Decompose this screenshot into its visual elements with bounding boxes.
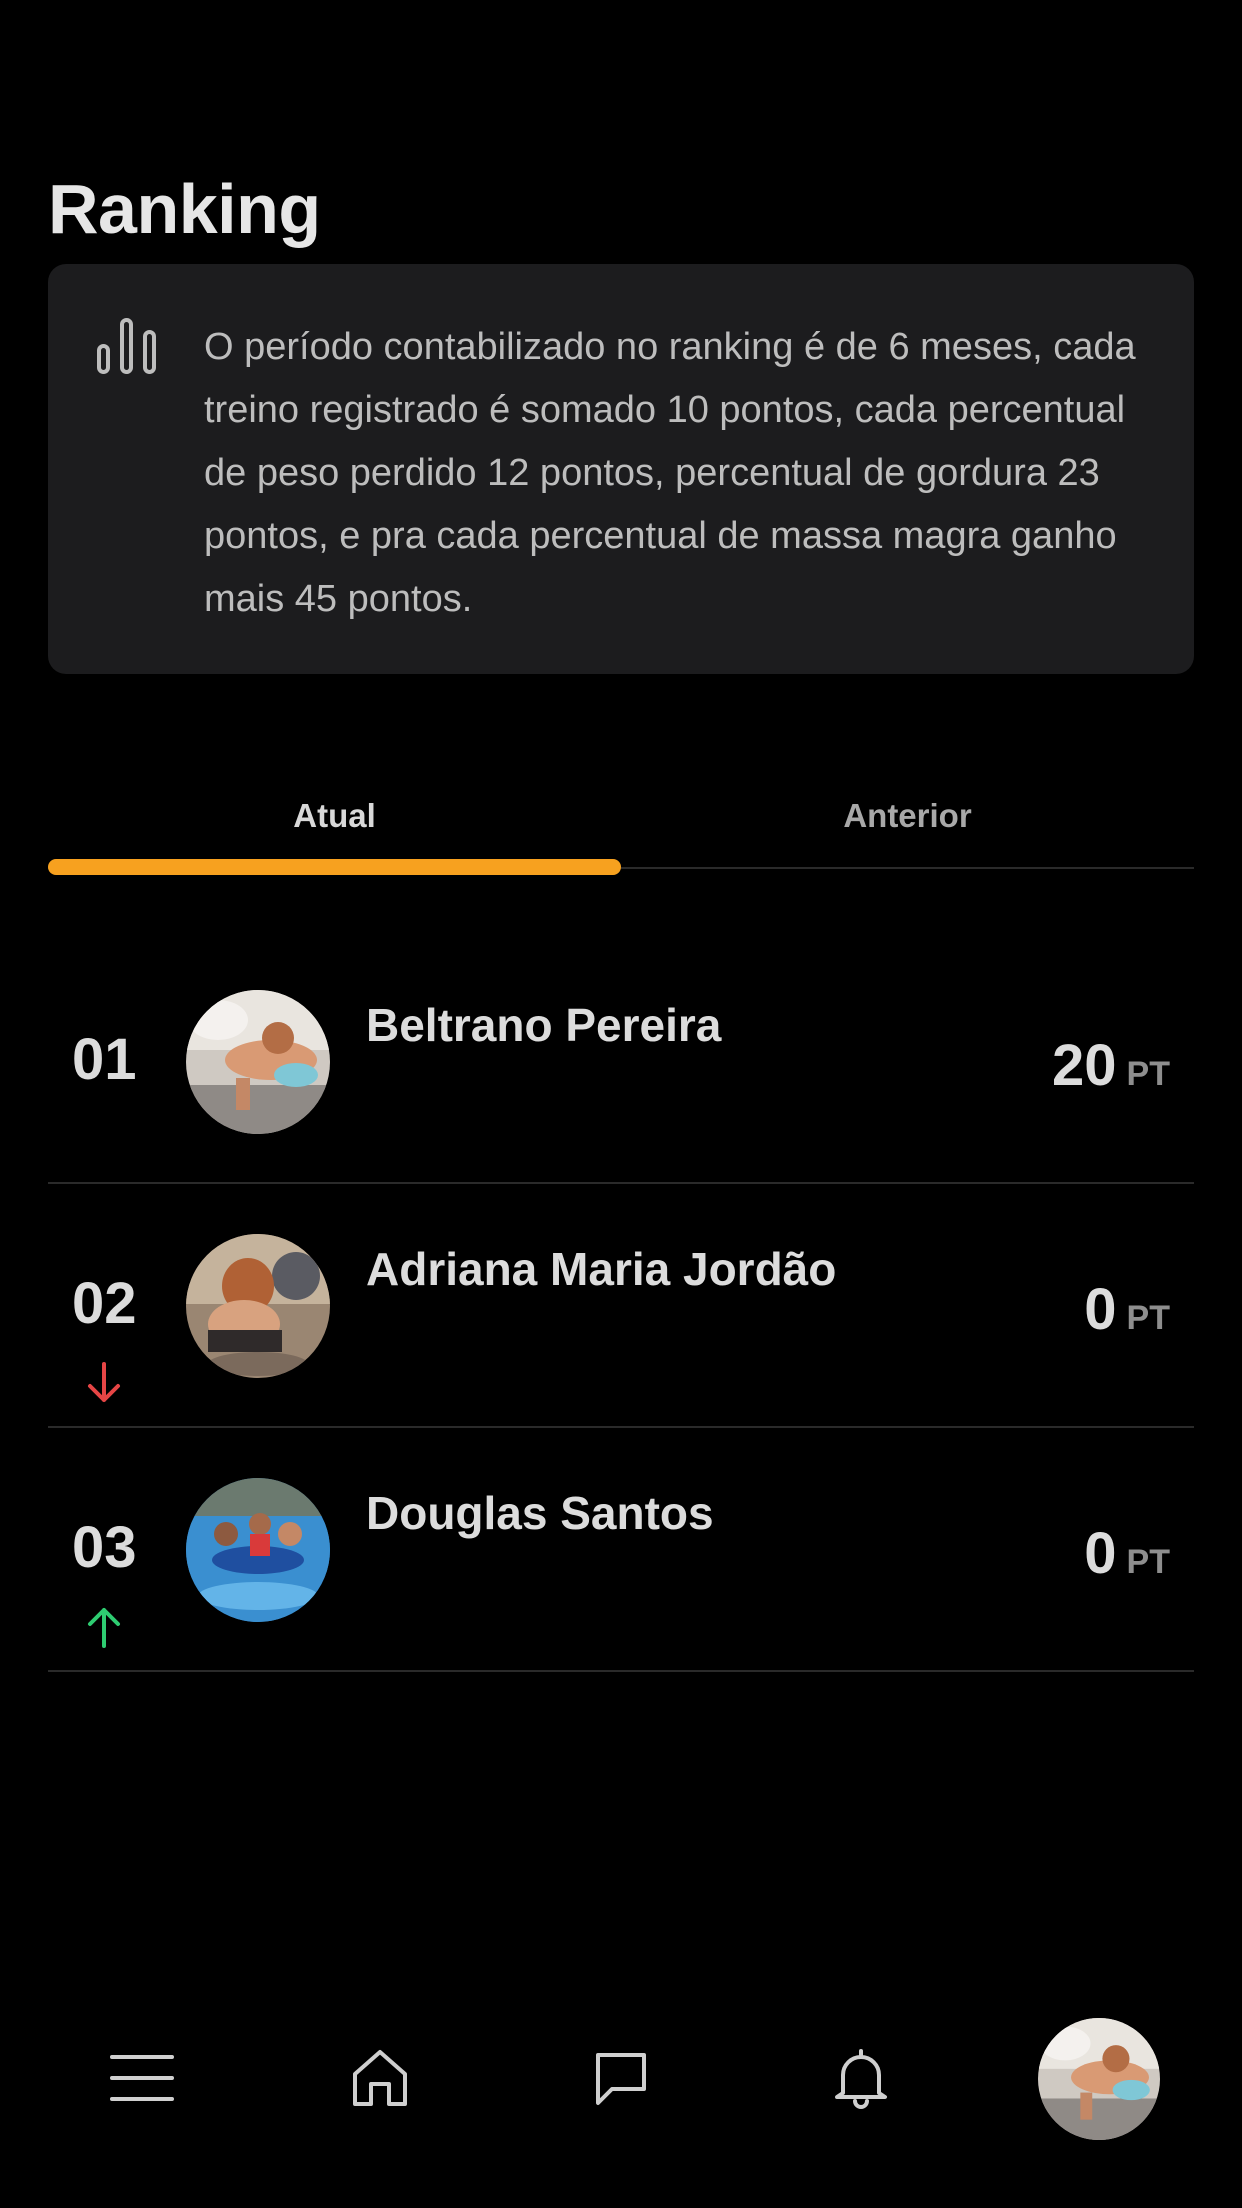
ranking-row[interactable]: 02 Adriana Maria Jordão 0 PT (48, 1184, 1194, 1428)
arrow-up-icon (84, 1602, 124, 1652)
active-tab-indicator (48, 859, 621, 875)
tab-current[interactable]: Atual (48, 780, 621, 852)
user-score: 20 PT (1052, 1032, 1170, 1099)
rank-position: 02 (72, 1271, 137, 1336)
ranking-row[interactable]: 03 Douglas Santos 0 PT (48, 1428, 1194, 1672)
ranking-info-card: O período contabilizado no ranking é de … (48, 264, 1194, 674)
page-title: Ranking (48, 169, 321, 248)
profile-avatar[interactable] (1038, 2018, 1160, 2140)
chat-icon (592, 2049, 650, 2112)
avatar (186, 1478, 330, 1622)
arrow-down-icon (84, 1358, 124, 1408)
bell-icon (833, 2047, 889, 2114)
menu-button[interactable] (82, 2010, 202, 2150)
tab-previous[interactable]: Anterior (621, 780, 1194, 852)
home-icon (351, 2048, 409, 2113)
notifications-button[interactable] (801, 2010, 921, 2150)
score-value: 0 (1084, 1277, 1117, 1342)
score-value: 20 (1052, 1033, 1117, 1098)
user-name: Douglas Santos (366, 1487, 714, 1539)
bottom-nav (0, 2010, 1242, 2150)
rank-position: 01 (72, 1027, 137, 1092)
bar-chart-icon (96, 314, 158, 376)
user-score: 0 PT (1084, 1520, 1170, 1587)
home-button[interactable] (320, 2010, 440, 2150)
avatar (186, 1234, 330, 1378)
chat-button[interactable] (561, 2010, 681, 2150)
rank-position: 03 (72, 1515, 137, 1580)
ranking-row[interactable]: 01 Beltrano Pereira 20 PT (48, 940, 1194, 1184)
ranking-list: 01 Beltrano Pereira 20 PT 02 Adriana Mar… (48, 940, 1194, 1672)
user-name: Beltrano Pereira (366, 999, 722, 1051)
ranking-rules-text: O período contabilizado no ranking é de … (204, 326, 1136, 620)
avatar (186, 990, 330, 1134)
menu-icon (109, 2052, 175, 2109)
score-unit: PT (1126, 1299, 1170, 1337)
score-unit: PT (1126, 1055, 1170, 1093)
score-unit: PT (1126, 1543, 1170, 1581)
score-value: 0 (1084, 1521, 1117, 1586)
user-score: 0 PT (1084, 1276, 1170, 1343)
ranking-tabs: Atual Anterior (48, 780, 1194, 876)
user-name: Adriana Maria Jordão (366, 1243, 837, 1295)
